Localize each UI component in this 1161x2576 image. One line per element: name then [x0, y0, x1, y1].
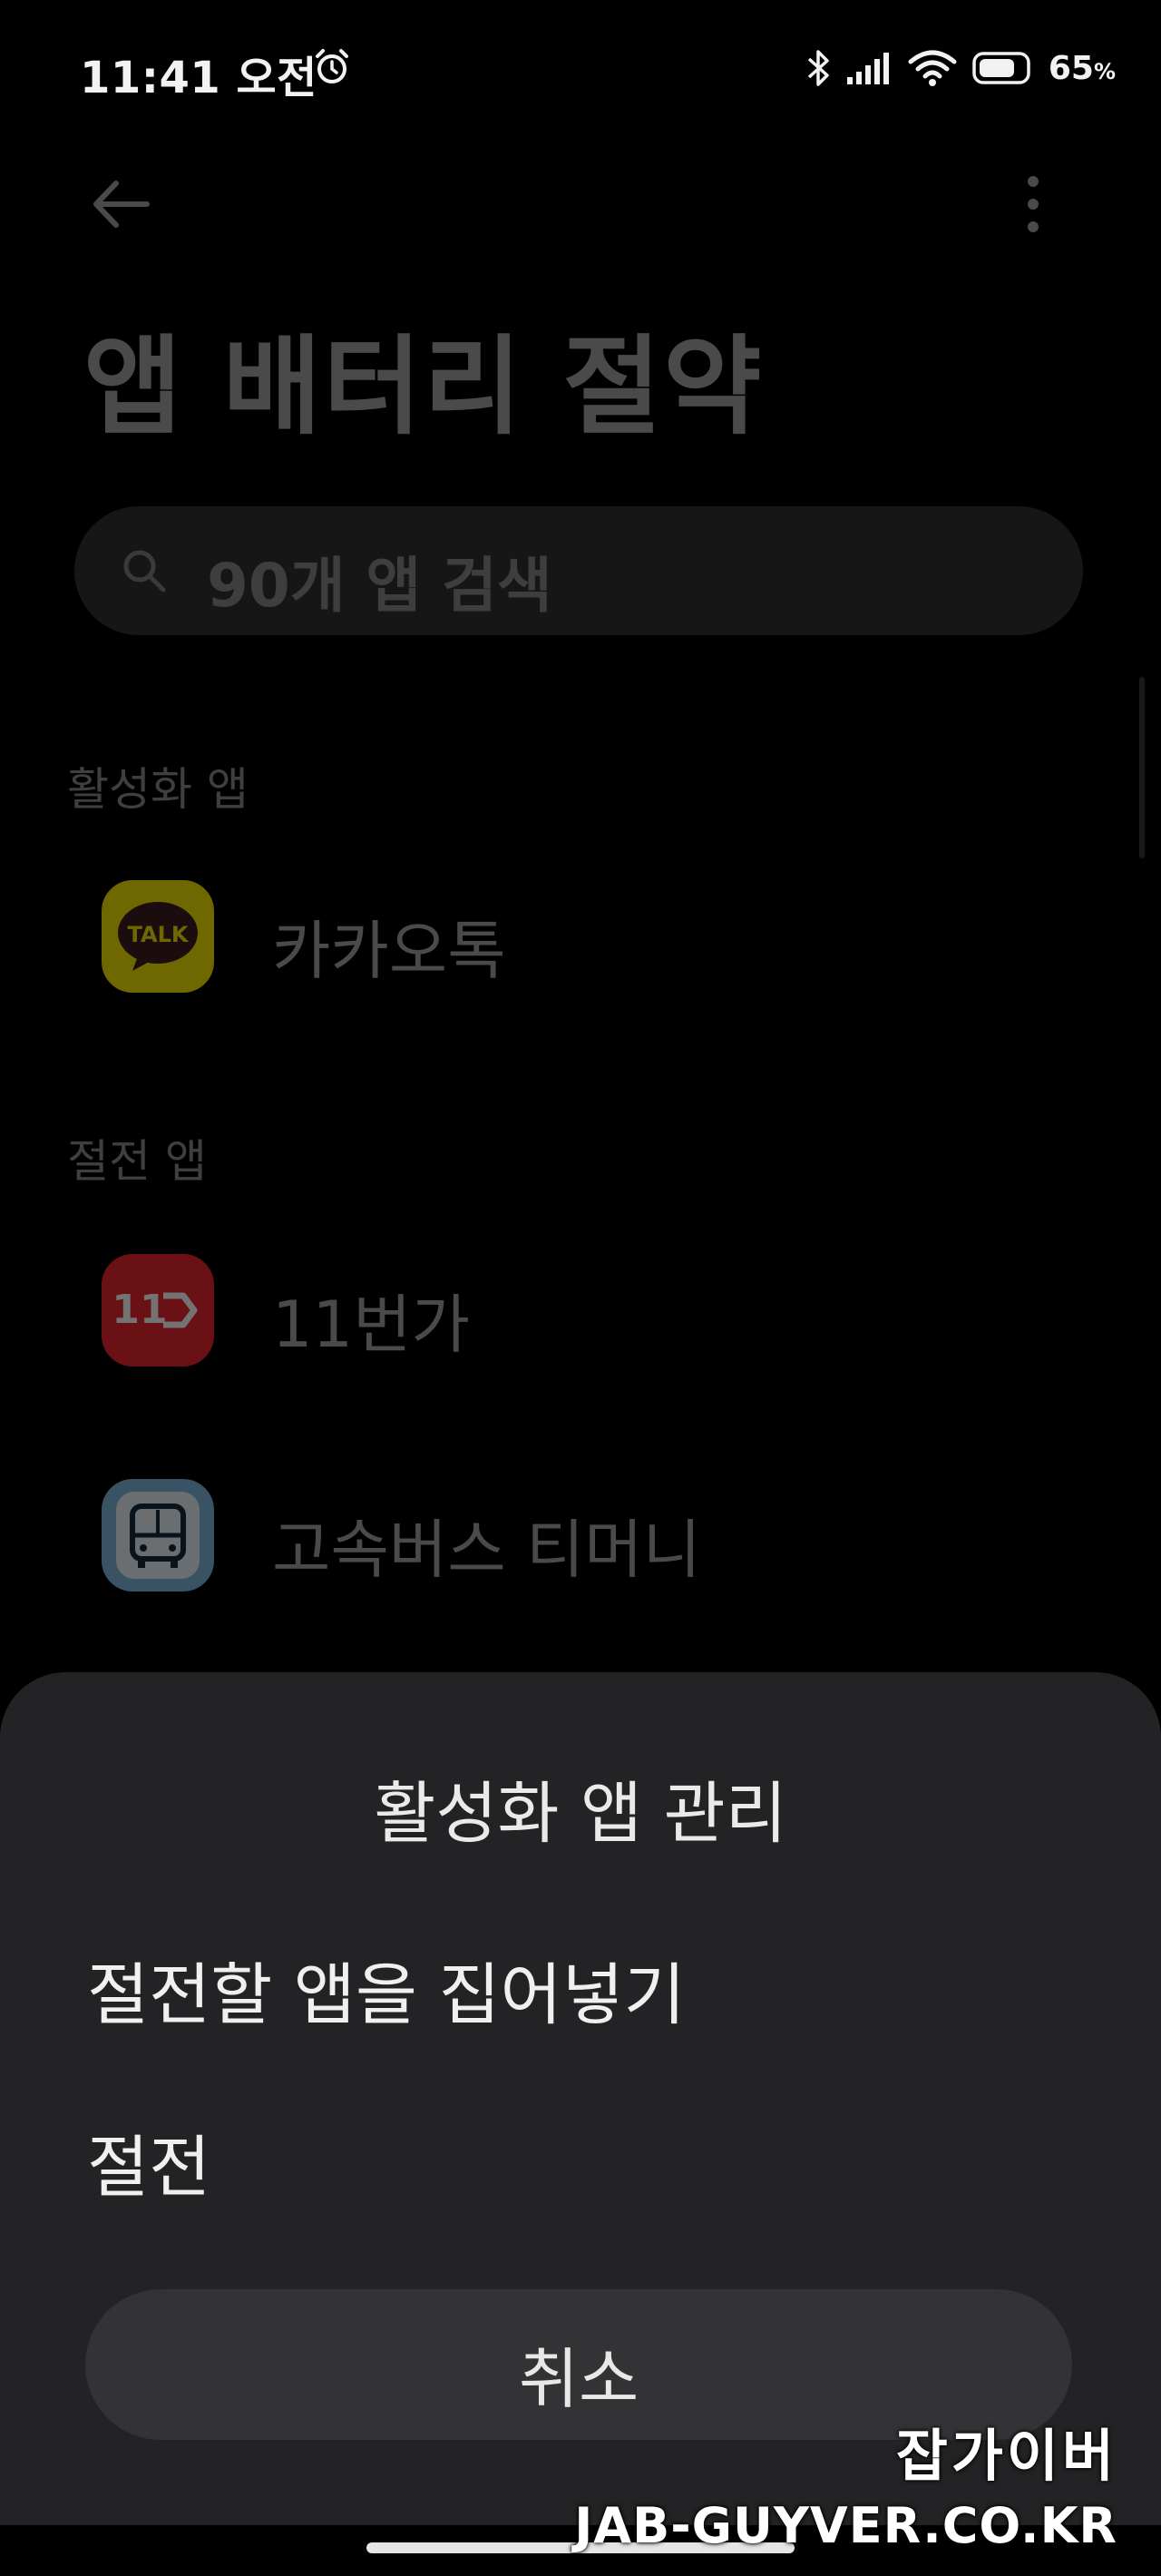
- alarm-icon: [316, 49, 348, 83]
- watermark-korean: 잡가이버: [895, 2423, 1117, 2489]
- scrollbar[interactable]: [1139, 677, 1145, 858]
- signal-icon: [846, 53, 889, 84]
- battery-percent: 65%: [1048, 49, 1116, 87]
- screen: 11:41 오전 65% 앱 배터리 절약 90개 앱 검색 활성화 앱 TAL…: [0, 0, 1161, 2576]
- option-saving[interactable]: 절전: [87, 2113, 210, 2210]
- app-name: 11번가: [272, 1288, 470, 1362]
- app-name: 고속버스 티머니: [272, 1513, 702, 1587]
- search-input[interactable]: 90개 앱 검색: [74, 506, 1083, 635]
- search-icon: [123, 550, 166, 593]
- more-vertical-icon[interactable]: [1010, 163, 1056, 245]
- app-content: 앱 배터리 절약 90개 앱 검색 활성화 앱 TALK 카카오톡 절전 앱 1…: [0, 100, 1161, 1670]
- battery-icon: [972, 52, 1030, 84]
- section-header-saving: 절전 앱: [67, 1135, 207, 1188]
- app-row-kakaotalk[interactable]: TALK 카카오톡: [0, 871, 1161, 1007]
- bottom-sheet: 활성화 앱 관리 절전할 앱을 집어넣기 절전 취소: [0, 1672, 1161, 2525]
- option-move-to-saving[interactable]: 절전할 앱을 집어넣기: [87, 1941, 686, 2038]
- 11st-icon: 11: [102, 1254, 214, 1366]
- search-placeholder: 90개 앱 검색: [207, 551, 552, 621]
- cancel-label: 취소: [518, 2341, 639, 2417]
- page-title: 앱 배터리 절약: [83, 324, 764, 449]
- app-name: 카카오톡: [272, 914, 506, 988]
- bluetooth-icon: [807, 50, 829, 86]
- app-row-11st[interactable]: 11 11번가: [0, 1245, 1161, 1381]
- back-arrow-icon[interactable]: [83, 163, 165, 245]
- wifi-icon: [908, 50, 957, 86]
- kakaotalk-icon-text: TALK: [128, 922, 190, 947]
- status-time: 11:41 오전: [80, 53, 317, 103]
- status-bar: 11:41 오전 65%: [0, 36, 1161, 103]
- 11st-icon-text: 11: [112, 1287, 167, 1333]
- status-icons: 65%: [805, 45, 1116, 91]
- watermark-english: JAB-GUYVER.CO.KR: [574, 2497, 1117, 2554]
- app-row-tmoney-bus[interactable]: 고속버스 티머니: [0, 1470, 1161, 1606]
- bus-icon: [102, 1479, 214, 1592]
- section-header-active: 활성화 앱: [67, 763, 249, 816]
- sheet-title: 활성화 앱 관리: [374, 1775, 787, 1853]
- kakaotalk-icon: TALK: [102, 880, 214, 993]
